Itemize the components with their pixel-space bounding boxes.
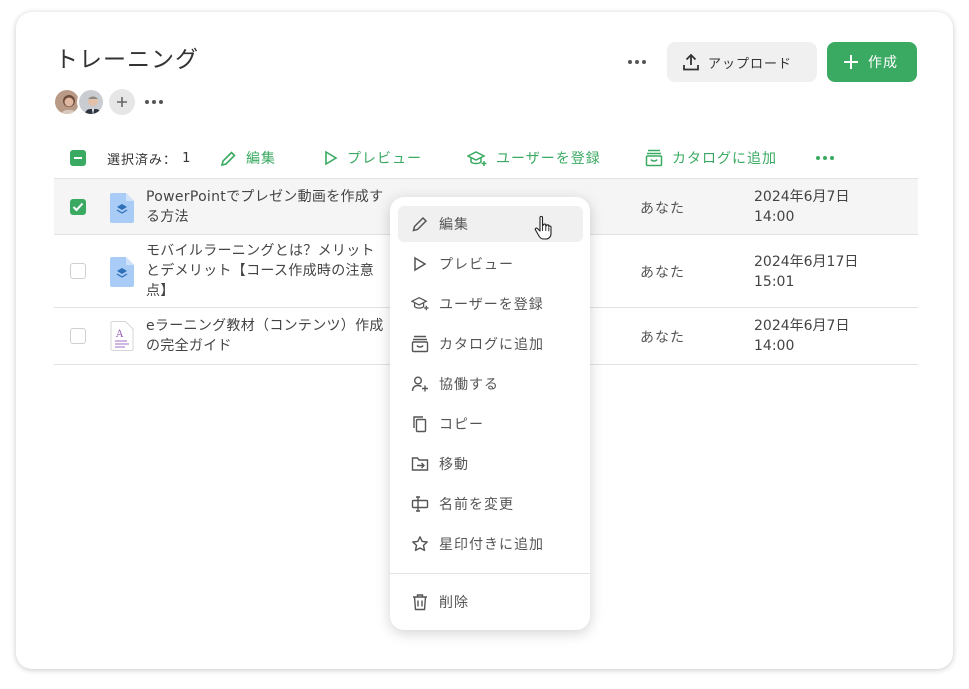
more-icon bbox=[816, 156, 834, 160]
plus-icon bbox=[117, 97, 127, 107]
row-checkbox[interactable] bbox=[70, 263, 86, 279]
context-menu: 編集 プレビュー ユーザーを登録 カタログに追加 協働する コピー 移動 名前を… bbox=[390, 197, 590, 630]
checkmark-icon bbox=[72, 202, 84, 212]
menu-item-move[interactable]: 移動 bbox=[398, 446, 583, 482]
menu-item-preview[interactable]: プレビュー bbox=[398, 246, 583, 282]
hand-cursor-icon bbox=[534, 215, 552, 245]
play-icon bbox=[414, 256, 427, 272]
layers-file-icon bbox=[110, 257, 134, 291]
move-folder-icon bbox=[411, 457, 429, 471]
collaborators-more-button[interactable] bbox=[145, 100, 163, 104]
file-owner: あなた bbox=[640, 265, 685, 281]
add-collaborator-button[interactable] bbox=[109, 89, 135, 115]
menu-item-copy[interactable]: コピー bbox=[398, 406, 583, 442]
menu-item-star[interactable]: 星印付きに追加 bbox=[398, 526, 583, 562]
file-owner: あなた bbox=[640, 201, 685, 217]
file-date: 2024年6月7日 14:00 bbox=[754, 189, 850, 225]
row-checkbox[interactable] bbox=[70, 199, 86, 215]
file-date: 2024年6月7日 14:00 bbox=[754, 318, 850, 354]
catalog-icon bbox=[411, 335, 429, 353]
file-date: 2024年6月17日 15:01 bbox=[754, 254, 859, 290]
avatar[interactable] bbox=[77, 88, 105, 116]
toolbar-preview-button[interactable]: プレビュー bbox=[324, 146, 422, 170]
upload-label: アップロード bbox=[708, 56, 793, 72]
copy-icon bbox=[413, 416, 427, 433]
menu-divider bbox=[390, 573, 590, 574]
toolbar-enroll-button[interactable]: ユーザーを登録 bbox=[467, 146, 601, 170]
more-icon bbox=[145, 100, 163, 104]
collaborators bbox=[53, 88, 163, 116]
upload-button[interactable]: アップロード bbox=[667, 42, 817, 82]
star-icon bbox=[412, 536, 428, 552]
create-label: 作成 bbox=[868, 55, 898, 71]
selection-toolbar: 選択済み： 1 編集 プレビュー ユーザーを登録 カタログに追加 bbox=[54, 146, 924, 170]
upload-icon bbox=[683, 53, 699, 71]
toolbar-edit-button[interactable]: 編集 bbox=[220, 146, 276, 170]
file-name[interactable]: モバイルラーニングとは？メリットとデメリット【コース作成時の注意点】 bbox=[146, 241, 384, 301]
plus-icon bbox=[844, 55, 858, 69]
menu-item-rename[interactable]: 名前を変更 bbox=[398, 486, 583, 522]
menu-item-catalog[interactable]: カタログに追加 bbox=[398, 326, 583, 362]
svg-text:A: A bbox=[115, 329, 124, 340]
menu-item-enroll[interactable]: ユーザーを登録 bbox=[398, 286, 583, 322]
page-title: トレーニング bbox=[55, 47, 199, 73]
file-name[interactable]: eラーニング教材（コンテンツ）作成の完全ガイド bbox=[146, 316, 384, 356]
toolbar-more-button[interactable] bbox=[816, 146, 834, 170]
trash-icon bbox=[413, 594, 427, 611]
toolbar-catalog-button[interactable]: カタログに追加 bbox=[645, 146, 777, 170]
rename-icon bbox=[411, 496, 429, 512]
row-checkbox[interactable] bbox=[70, 328, 86, 344]
graduation-cap-icon bbox=[411, 296, 429, 311]
catalog-icon bbox=[645, 149, 663, 167]
selected-count: 選択済み： 1 bbox=[107, 150, 192, 168]
pencil-icon bbox=[220, 150, 236, 166]
file-owner: あなた bbox=[640, 330, 685, 346]
graduation-cap-icon bbox=[467, 150, 487, 166]
document-file-icon: A bbox=[110, 321, 134, 355]
select-all-checkbox[interactable] bbox=[70, 150, 86, 166]
menu-item-collaborate[interactable]: 協働する bbox=[398, 366, 583, 402]
add-person-icon bbox=[411, 376, 428, 392]
menu-item-edit[interactable]: 編集 bbox=[398, 206, 583, 242]
create-button[interactable]: 作成 bbox=[827, 42, 917, 82]
menu-item-delete[interactable]: 削除 bbox=[398, 584, 583, 620]
play-icon bbox=[325, 150, 338, 166]
header-more-button[interactable] bbox=[628, 60, 646, 64]
layers-file-icon bbox=[110, 193, 134, 227]
file-name[interactable]: PowerPointでプレゼン動画を作成する方法 bbox=[146, 187, 384, 227]
pencil-icon bbox=[412, 216, 428, 232]
